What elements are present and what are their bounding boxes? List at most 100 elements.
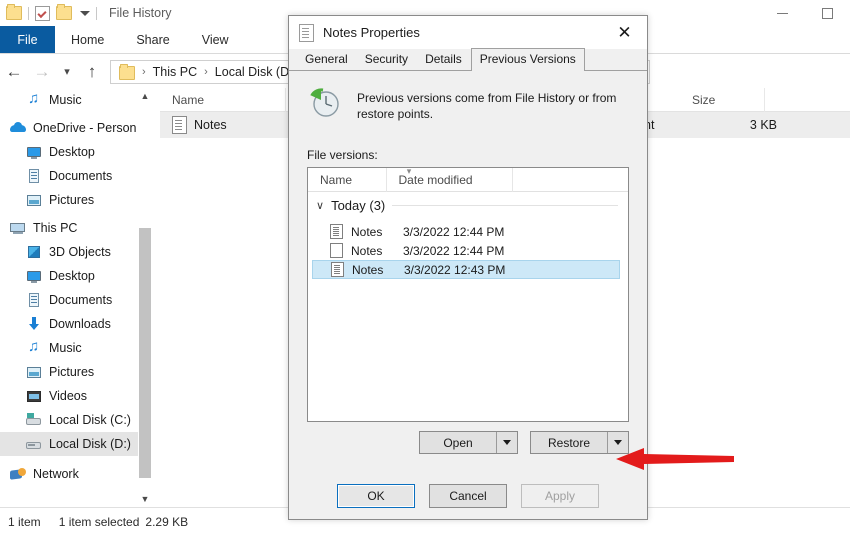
info-text: Previous versions come from File History… [357, 91, 617, 121]
cancel-button[interactable]: Cancel [429, 484, 507, 508]
ribbon-tab-file[interactable]: File [0, 26, 55, 53]
file-versions-listbox[interactable]: Name Date modified ▾ ∨ Today (3) Notes 3… [307, 167, 629, 422]
file-icon [330, 224, 343, 239]
scroll-down-icon[interactable]: ▼ [138, 491, 152, 507]
version-name: Notes [351, 243, 383, 258]
version-name: Notes [352, 262, 384, 277]
ok-button[interactable]: OK [337, 484, 415, 508]
minimize-button[interactable] [760, 0, 805, 26]
properties-icon[interactable] [35, 5, 50, 21]
scrollbar-thumb[interactable] [139, 228, 151, 478]
dialog-title-bar: Notes Properties ✕ [289, 16, 647, 49]
file-icon [299, 23, 314, 42]
ribbon-tab-share[interactable]: Share [120, 26, 185, 53]
nav-item-documents[interactable]: Documents [0, 288, 152, 312]
back-arrow-icon[interactable]: ← [0, 57, 28, 87]
navigation-pane[interactable]: Music OneDrive - Person Desktop Document… [0, 88, 152, 507]
previous-versions-panel: Previous versions come from File History… [297, 72, 639, 473]
open-button-label: Open [443, 435, 473, 450]
desktop-icon [26, 268, 42, 284]
nav-item-local-disk-d[interactable]: Local Disk (D:) [0, 432, 152, 456]
folder-icon[interactable] [6, 4, 22, 20]
nav-item-label: Pictures [49, 365, 95, 379]
up-arrow-icon[interactable]: ↑ [78, 57, 106, 87]
nav-item-this-pc[interactable]: This PC [0, 216, 152, 240]
status-size: 2.29 KB [145, 514, 189, 529]
chevron-down-icon[interactable] [80, 10, 90, 16]
dialog-title: Notes Properties [323, 25, 420, 40]
ribbon-tab-view[interactable]: View [186, 26, 245, 53]
version-group-header[interactable]: ∨ Today (3) [308, 192, 628, 218]
list-item-selected[interactable]: Notes 3/3/2022 12:43 PM [312, 260, 620, 279]
navigation-scrollbar[interactable]: ▲ ▼ [138, 88, 152, 507]
info-banner: Previous versions come from File History… [307, 82, 629, 122]
window-title: File History [109, 6, 172, 20]
disk-c-icon [26, 412, 42, 428]
desktop-icon [26, 144, 42, 160]
nav-item-videos[interactable]: Videos [0, 384, 152, 408]
nav-item-onedrive[interactable]: OneDrive - Person [0, 116, 152, 140]
tab-security[interactable]: Security [357, 49, 416, 70]
column-header-size[interactable]: Size [680, 87, 765, 112]
ribbon-tab-home[interactable]: Home [55, 26, 120, 53]
tab-previous-versions[interactable]: Previous Versions [470, 48, 585, 71]
nav-item-music[interactable]: Music [0, 88, 152, 112]
nav-item-3d-objects[interactable]: 3D Objects [0, 240, 152, 264]
screen: File History File Home Share View ← → ▾ … [0, 0, 850, 535]
dialog-tab-strip: General Security Details Previous Versio… [289, 48, 647, 71]
open-split-button[interactable]: Open [419, 431, 518, 454]
nav-item-label: Downloads [49, 317, 111, 331]
restore-button-label: Restore [547, 435, 591, 450]
documents-icon [26, 168, 42, 184]
list-item[interactable]: Notes 3/3/2022 12:44 PM [308, 222, 628, 241]
list-item[interactable]: Notes 3/3/2022 12:44 PM [308, 241, 628, 260]
scroll-up-icon[interactable]: ▲ [138, 88, 152, 104]
restore-split-button[interactable]: Restore [530, 431, 629, 454]
documents-icon [26, 292, 42, 308]
version-date-modified: 3/3/2022 12:44 PM [403, 224, 505, 239]
nav-item-desktop[interactable]: Desktop [0, 264, 152, 288]
nav-item-local-disk-c[interactable]: Local Disk (C:) [0, 408, 152, 432]
nav-item-downloads[interactable]: Downloads [0, 312, 152, 336]
window-controls [760, 0, 850, 26]
pictures-icon [26, 192, 42, 208]
nav-item-network[interactable]: Network [0, 462, 152, 486]
new-folder-icon[interactable] [56, 4, 72, 20]
tab-general[interactable]: General [297, 49, 356, 70]
file-name-label: Notes [194, 118, 227, 132]
sort-indicator-icon: ▾ [406, 167, 412, 176]
nav-item-onedrive-documents[interactable]: Documents [0, 164, 152, 188]
recent-locations-chevron-icon[interactable]: ▾ [56, 57, 78, 87]
file-name-cell[interactable]: Notes [160, 116, 298, 134]
nav-item-label: Videos [49, 389, 87, 403]
nav-item-onedrive-pictures[interactable]: Pictures [0, 188, 152, 212]
dialog-content: Previous versions come from File History… [297, 72, 639, 473]
nav-item-label: 3D Objects [49, 245, 111, 259]
nav-item-label: Local Disk (D:) [49, 437, 131, 451]
version-date-modified: 3/3/2022 12:43 PM [404, 262, 506, 277]
nav-item-onedrive-desktop[interactable]: Desktop [0, 140, 152, 164]
downloads-icon [26, 316, 42, 332]
status-item-count: 1 item [8, 514, 41, 529]
disk-d-icon [26, 436, 42, 452]
apply-button: Apply [521, 484, 599, 508]
open-dropdown-arrow-icon[interactable] [497, 432, 517, 453]
maximize-button[interactable] [805, 0, 850, 26]
breadcrumb-local-disk-d[interactable]: Local Disk (D:) [215, 65, 297, 79]
column-header-name[interactable]: Name [160, 87, 286, 112]
version-name: Notes [351, 224, 383, 239]
close-icon[interactable]: ✕ [602, 16, 647, 49]
breadcrumb-this-pc[interactable]: This PC [153, 65, 197, 79]
network-icon [10, 466, 26, 482]
nav-item-music-pc[interactable]: Music [0, 336, 152, 360]
this-pc-icon [10, 220, 26, 236]
dialog-footer: OK Cancel Apply [289, 473, 647, 519]
nav-item-label: Desktop [49, 145, 95, 159]
restore-clock-icon [307, 86, 343, 122]
column-header-name[interactable]: Name [308, 168, 387, 192]
nav-item-label: OneDrive - Person [33, 121, 137, 135]
nav-item-pictures[interactable]: Pictures [0, 360, 152, 384]
chevron-down-icon[interactable]: ∨ [316, 199, 324, 212]
forward-arrow-icon[interactable]: → [28, 57, 56, 87]
tab-details[interactable]: Details [417, 49, 470, 70]
